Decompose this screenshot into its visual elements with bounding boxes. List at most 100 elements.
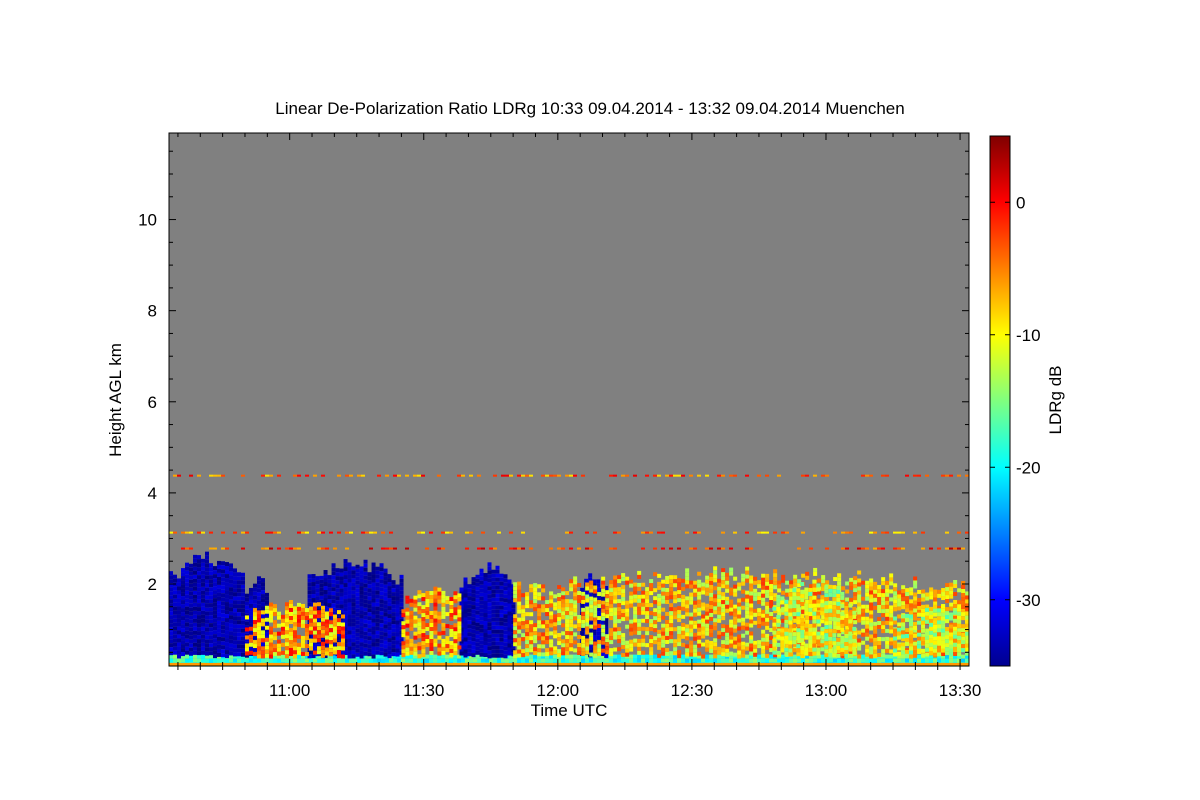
heatmap-cell	[213, 614, 217, 619]
heatmap-cell	[383, 596, 388, 601]
heatmap-cell	[244, 651, 249, 656]
heatmap-cell	[769, 584, 774, 589]
heatmap-cell	[804, 595, 809, 600]
heatmap-cell	[657, 593, 662, 598]
heatmap-cell	[185, 570, 189, 575]
heatmap-cell	[253, 658, 257, 663]
heatmap-cell	[717, 598, 722, 603]
heatmap-cell	[217, 580, 221, 585]
heatmap-cell	[495, 649, 500, 654]
heatmap-cell	[780, 632, 785, 637]
heatmap-cell	[677, 626, 682, 631]
heatmap-cell	[800, 598, 805, 603]
heatmap-cell	[467, 608, 472, 613]
heatmap-cell	[909, 650, 914, 655]
heatmap-cell	[585, 626, 590, 631]
heatmap-cell	[885, 658, 889, 663]
heatmap-cell	[471, 581, 476, 586]
heatmap-cell	[395, 624, 400, 629]
heatmap-cell	[961, 612, 966, 617]
heatmap-cell	[371, 638, 376, 643]
heatmap-cell	[367, 604, 372, 609]
heatmap-cell	[765, 641, 770, 646]
heatmap-cell	[861, 596, 866, 601]
heatmap-cell	[865, 644, 870, 649]
heatmap-cell	[312, 626, 317, 631]
heatmap-cell	[789, 584, 794, 589]
heatmap-cell	[941, 474, 945, 477]
heatmap-cell	[849, 531, 853, 534]
heatmap-cell	[937, 616, 942, 621]
heatmap-cell	[505, 474, 509, 477]
heatmap-cell	[429, 595, 434, 600]
heatmap-cell	[929, 595, 934, 600]
heatmap-cell	[709, 624, 714, 629]
heatmap-cell	[229, 591, 233, 596]
heatmap-cell	[957, 531, 961, 534]
heatmap-cell	[804, 635, 809, 640]
heatmap-cell	[213, 626, 217, 631]
heatmap-cell	[749, 587, 754, 592]
heatmap-cell	[503, 622, 508, 627]
heatmap-cell	[541, 640, 546, 645]
heatmap-cell	[693, 604, 698, 609]
heatmap-cell	[201, 602, 205, 607]
heatmap-cell	[417, 594, 422, 599]
heatmap-cell	[525, 628, 530, 633]
heatmap-cell	[357, 658, 361, 663]
heatmap-cell	[925, 652, 930, 657]
heatmap-cell	[605, 658, 609, 663]
heatmap-cell	[429, 639, 434, 644]
heatmap-cell	[848, 623, 853, 628]
heatmap-cell	[913, 592, 918, 597]
heatmap-cell	[320, 653, 325, 658]
heatmap-cell	[213, 574, 217, 579]
heatmap-cell	[248, 607, 253, 612]
heatmap-cell	[209, 474, 213, 477]
heatmap-cell	[753, 612, 758, 617]
heatmap-cell	[481, 658, 485, 663]
heatmap-cell	[673, 639, 678, 644]
heatmap-cell	[541, 652, 546, 657]
heatmap-cell	[897, 635, 902, 640]
heatmap-cell	[865, 584, 870, 589]
heatmap-cell	[237, 592, 241, 597]
heatmap-cell	[901, 642, 906, 647]
heatmap-cell	[685, 644, 690, 649]
heatmap-cell	[689, 620, 694, 625]
heatmap-cell	[237, 576, 241, 581]
heatmap-cell	[379, 607, 384, 612]
heatmap-cell	[485, 658, 489, 663]
heatmap-cell	[573, 654, 577, 659]
heatmap-cell	[335, 596, 340, 601]
heatmap-cell	[737, 634, 742, 639]
heatmap-cell	[725, 648, 730, 653]
heatmap-cell	[613, 595, 618, 600]
heatmap-cell	[421, 605, 426, 610]
heatmap-cell	[809, 547, 813, 550]
heatmap-cell	[209, 635, 213, 640]
heatmap-cell	[489, 547, 493, 550]
heatmap-cell	[745, 614, 750, 619]
heatmap-cell	[788, 632, 793, 637]
heatmap-cell	[913, 531, 917, 534]
heatmap-cell	[205, 631, 209, 636]
heatmap-cell	[673, 643, 678, 648]
heatmap-cell	[852, 650, 857, 655]
heatmap-cell	[313, 658, 317, 663]
heatmap-cell	[828, 616, 833, 621]
heatmap-cell	[260, 646, 265, 651]
heatmap-cell	[495, 569, 500, 574]
heatmap-cell	[669, 615, 674, 620]
heatmap-cell	[177, 610, 181, 615]
heatmap-cell	[861, 658, 865, 663]
heatmap-cell	[905, 613, 910, 618]
heatmap-cell	[335, 572, 340, 577]
heatmap-cell	[645, 611, 650, 616]
heatmap-cell	[177, 622, 181, 627]
heatmap-cell	[788, 652, 793, 657]
heatmap-cell	[425, 611, 430, 616]
heatmap-cell	[921, 604, 926, 609]
heatmap-cell	[213, 654, 217, 659]
heatmap-cell	[765, 593, 770, 598]
